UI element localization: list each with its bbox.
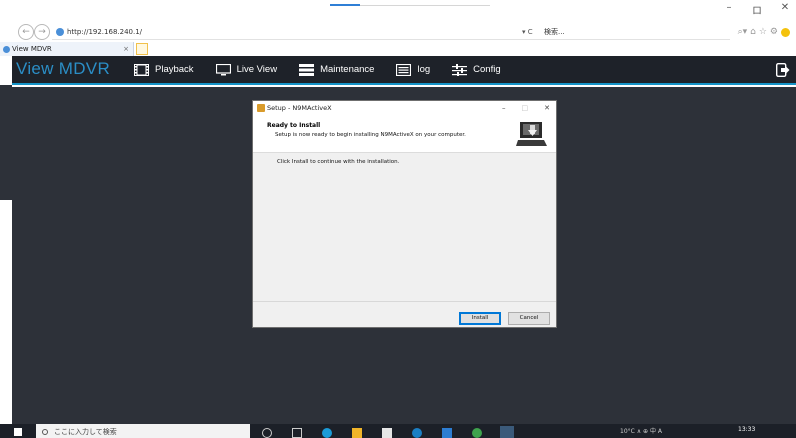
window-close-button[interactable]: ✕ bbox=[780, 2, 790, 17]
tab-close-button[interactable]: × bbox=[123, 42, 129, 56]
top-divider-line bbox=[360, 5, 490, 6]
back-button[interactable]: ← bbox=[18, 24, 34, 40]
home-icon[interactable]: ⌂ bbox=[750, 25, 756, 40]
app-header: View MDVR Playback Live View Maintenance… bbox=[12, 56, 796, 85]
logout-button[interactable] bbox=[775, 62, 790, 81]
dialog-header: Ready to Install Setup is now ready to b… bbox=[253, 115, 556, 153]
feedback-smiley-icon[interactable] bbox=[781, 28, 790, 37]
app-icon[interactable] bbox=[442, 428, 452, 438]
dialog-heading: Ready to Install bbox=[267, 122, 321, 129]
list-icon bbox=[396, 63, 412, 76]
nav-maintenance[interactable]: Maintenance bbox=[299, 63, 375, 76]
ie-taskbar-icon[interactable] bbox=[500, 426, 514, 438]
window-controls: – ロ ✕ bbox=[724, 2, 790, 17]
start-icon[interactable] bbox=[14, 428, 22, 436]
file-explorer-icon[interactable] bbox=[352, 428, 362, 438]
cortana-icon[interactable] bbox=[262, 428, 272, 438]
taskbar-search-input[interactable]: ここに入力して検索 bbox=[36, 424, 250, 438]
dialog-subheading: Setup is now ready to begin installing N… bbox=[275, 132, 466, 138]
setup-dialog: Setup - N9MActiveX – □ ✕ Ready to Instal… bbox=[252, 100, 557, 328]
window-minimize-button[interactable]: – bbox=[724, 2, 734, 17]
brand-logo: View MDVR bbox=[16, 59, 111, 78]
system-tray[interactable]: 10°C ∧ ⊕ 中 A bbox=[620, 426, 662, 435]
settings-gear-icon[interactable]: ⚙ bbox=[770, 25, 778, 40]
refresh-button[interactable]: ▾ C bbox=[522, 25, 533, 40]
dialog-titlebar: Setup - N9MActiveX – □ ✕ bbox=[253, 101, 556, 115]
nav-live-view-label: Live View bbox=[236, 64, 278, 75]
browser-toolbar-icons: ⌕▾ ⌂ ☆ ⚙ bbox=[738, 25, 790, 40]
address-row: ← → http://192.168.240.1/ ▾ C 検索... ⌕▾ ⌂… bbox=[12, 22, 796, 44]
dialog-title: Setup - N9MActiveX bbox=[267, 104, 332, 112]
address-bar[interactable]: http://192.168.240.1/ bbox=[52, 25, 576, 40]
forward-button[interactable]: → bbox=[34, 24, 50, 40]
left-edge-dark-block bbox=[0, 85, 12, 200]
nav-log-label: log bbox=[417, 64, 431, 75]
tab-ie-icon bbox=[3, 45, 10, 53]
main-nav: Playback Live View Maintenance log Confi… bbox=[134, 56, 523, 83]
browser-chrome: – ロ ✕ ← → http://192.168.240.1/ ▾ C 検索..… bbox=[0, 0, 796, 60]
tab-title: View MDVR bbox=[12, 45, 52, 53]
app-icon-2[interactable] bbox=[472, 428, 482, 438]
sliders-icon bbox=[452, 63, 468, 76]
nav-playback[interactable]: Playback bbox=[134, 63, 194, 76]
taskbar-clock[interactable]: 13:33 bbox=[738, 426, 755, 433]
top-accent-line bbox=[330, 4, 360, 6]
logout-icon bbox=[775, 62, 790, 78]
film-icon bbox=[134, 63, 149, 76]
installer-computer-icon bbox=[516, 118, 548, 149]
dialog-body-text: Click Install to continue with the insta… bbox=[277, 159, 400, 165]
taskbar-search-text: ここに入力して検索 bbox=[54, 428, 117, 436]
screenshot-root: – ロ ✕ ← → http://192.168.240.1/ ▾ C 検索..… bbox=[0, 0, 796, 438]
left-edge bbox=[0, 0, 12, 438]
taskbar: ここに入力して検索 10°C ∧ ⊕ 中 A 13:33 bbox=[0, 424, 796, 438]
cancel-button[interactable]: Cancel bbox=[508, 312, 550, 325]
tab-row: View MDVR × bbox=[0, 42, 796, 56]
dialog-minimize-button[interactable]: – bbox=[502, 101, 506, 115]
browser-tab[interactable]: View MDVR × bbox=[0, 42, 134, 56]
monitor-icon bbox=[215, 63, 231, 75]
browser-search-input[interactable]: 検索... bbox=[540, 25, 730, 40]
install-button[interactable]: Install bbox=[459, 312, 501, 325]
setup-icon bbox=[257, 104, 265, 112]
favorites-star-icon[interactable]: ☆ bbox=[759, 25, 767, 40]
nav-config-label: Config bbox=[473, 64, 501, 75]
nav-log[interactable]: log bbox=[396, 63, 431, 76]
server-icon bbox=[299, 63, 315, 76]
nav-playback-label: Playback bbox=[155, 64, 194, 75]
dialog-close-button[interactable]: ✕ bbox=[544, 101, 550, 115]
nav-maintenance-label: Maintenance bbox=[320, 64, 375, 75]
mail-icon[interactable] bbox=[412, 428, 422, 438]
search-icon[interactable]: ⌕▾ bbox=[738, 25, 748, 40]
dialog-separator bbox=[253, 301, 556, 302]
window-maximize-button[interactable]: ロ bbox=[752, 2, 762, 17]
address-url: http://192.168.240.1/ bbox=[67, 28, 143, 36]
dialog-window-controls: – □ ✕ bbox=[502, 101, 550, 115]
taskbar-search-icon bbox=[42, 429, 48, 435]
nav-live-view[interactable]: Live View bbox=[215, 63, 278, 76]
dialog-maximize-button: □ bbox=[521, 104, 529, 112]
edge-icon[interactable] bbox=[322, 428, 332, 438]
store-icon[interactable] bbox=[382, 428, 392, 438]
task-view-icon[interactable] bbox=[292, 428, 302, 438]
new-tab-button[interactable] bbox=[136, 43, 148, 55]
ie-icon bbox=[56, 28, 64, 36]
nav-config[interactable]: Config bbox=[452, 63, 501, 76]
